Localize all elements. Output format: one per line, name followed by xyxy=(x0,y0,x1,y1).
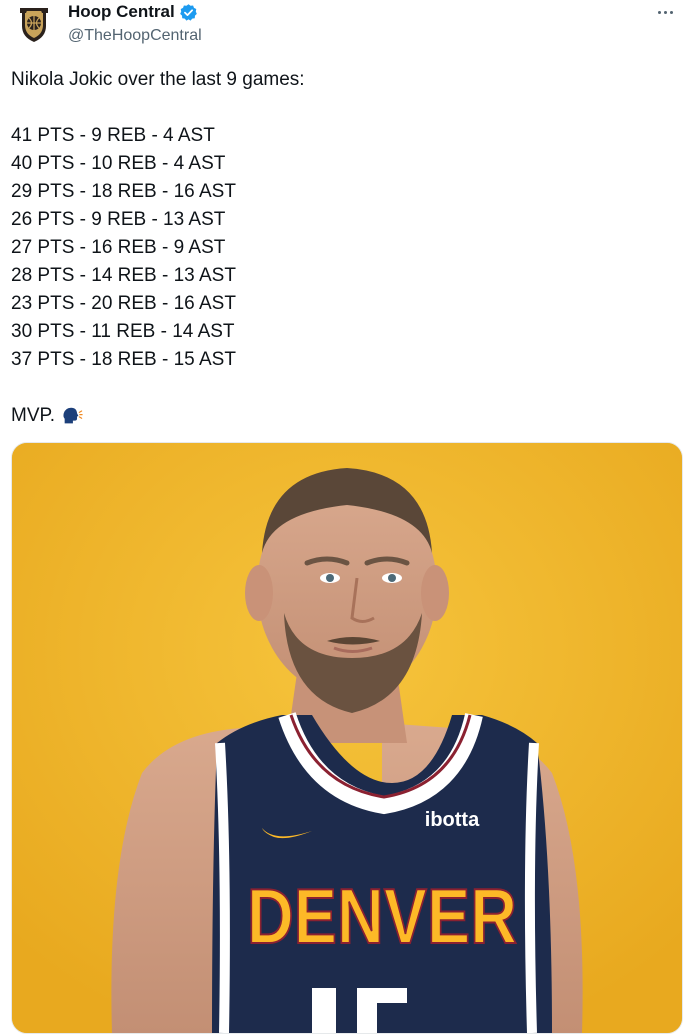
stat-line: 40 PTS - 10 REB - 4 AST xyxy=(11,153,226,174)
author-handle[interactable]: @TheHoopCentral xyxy=(68,26,202,46)
speaking-head-emoji-icon xyxy=(61,405,83,427)
stat-line: 26 PTS - 9 REB - 13 AST xyxy=(11,209,226,230)
stat-line: 27 PTS - 16 REB - 9 AST xyxy=(11,237,226,258)
stat-line: 28 PTS - 14 REB - 13 AST xyxy=(11,265,236,286)
closing-text: MVP. xyxy=(11,405,56,426)
stat-line: 37 PTS - 18 REB - 15 AST xyxy=(11,349,236,370)
tweet-photo[interactable]: ibotta DENVER xyxy=(11,442,683,1034)
tweet-header: Hoop Central @TheHoopCentral xyxy=(0,0,684,58)
dot xyxy=(657,10,661,14)
dot xyxy=(663,10,667,14)
author-name-row: Hoop Central xyxy=(68,2,198,22)
author-display-name[interactable]: Hoop Central xyxy=(68,2,175,22)
tweet-intro: Nikola Jokic over the last 9 games: xyxy=(11,69,305,90)
stat-line: 30 PTS - 11 REB - 14 AST xyxy=(11,321,235,342)
dot xyxy=(669,10,673,14)
more-options-icon[interactable] xyxy=(650,0,680,24)
stat-line: 23 PTS - 20 REB - 16 AST xyxy=(11,293,236,314)
sponsor-text: ibotta xyxy=(425,809,480,831)
stat-line: 29 PTS - 18 REB - 16 AST xyxy=(11,181,236,202)
tweet-body: Nikola Jokic over the last 9 games: 41 P… xyxy=(11,66,671,430)
closing-line: MVP. xyxy=(11,402,671,430)
verified-badge-icon[interactable] xyxy=(179,3,198,22)
jokic-photo-illustration: ibotta DENVER xyxy=(12,443,682,1033)
jersey-lettering: DENVER xyxy=(247,872,517,960)
hoop-central-logo-icon[interactable] xyxy=(14,4,54,44)
stat-line: 41 PTS - 9 REB - 4 AST xyxy=(11,125,215,146)
